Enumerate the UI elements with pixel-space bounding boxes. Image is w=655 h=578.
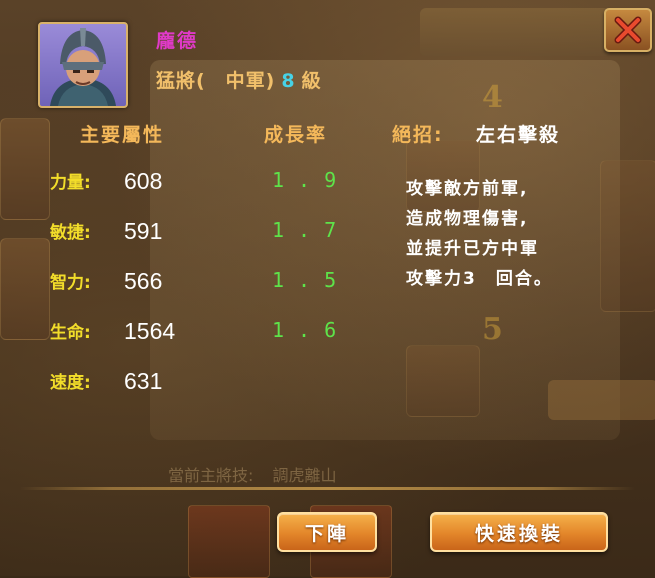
close-x-icon: [614, 16, 642, 44]
stat-value-agility: 591: [124, 218, 163, 244]
background-skill-slot: [188, 505, 270, 578]
ultimate-description-line: 攻擊敵方前軍,: [406, 179, 529, 199]
stat-label-intelligence: 智力:: [50, 273, 91, 293]
panel-divider: [20, 487, 635, 490]
current-skill-label: 當前主將技:: [168, 466, 254, 485]
ultimate-description-line: 造成物理傷害,: [406, 209, 529, 229]
general-name: 龐德: [156, 30, 199, 52]
general-portrait: [38, 22, 128, 108]
close-button[interactable]: [604, 8, 652, 52]
growth-intelligence: 1.5: [272, 268, 351, 292]
background-card: [0, 118, 50, 220]
stat-value-intelligence: 566: [124, 268, 163, 294]
stat-value-speed: 631: [124, 368, 163, 394]
background-card: [406, 345, 480, 417]
dismount-button[interactable]: 下陣: [277, 512, 377, 552]
main-attributes-header: 主要屬性: [80, 124, 165, 146]
ultimate-description: 攻擊敵方前軍, 造成物理傷害, 並提升已方中軍 攻擊力3 回合。: [406, 174, 621, 294]
background-card: [0, 238, 50, 340]
general-rank: 猛將( 中軍) 8 級: [156, 66, 322, 93]
general-level: 8: [281, 70, 296, 92]
level-unit: 級: [301, 70, 322, 92]
background-banner: [420, 8, 610, 56]
quick-equip-button[interactable]: 快速換裝: [430, 512, 608, 552]
helmeted-general-icon: [50, 28, 116, 106]
growth-health: 1.6: [272, 318, 351, 342]
stat-label-strength: 力量:: [50, 173, 91, 193]
ultimate-description-line: 並提升已方中軍: [406, 239, 539, 259]
growth-rate-header: 成長率: [264, 124, 328, 146]
stat-label-health: 生命:: [50, 323, 91, 343]
stat-label-agility: 敏捷:: [50, 223, 91, 243]
stat-label-speed: 速度:: [50, 373, 91, 393]
background-button: [548, 380, 655, 420]
growth-strength: 1.9: [272, 168, 351, 192]
ultimate-skill-name: 左右擊殺: [476, 124, 561, 146]
general-role: 猛將( 中軍): [156, 70, 276, 92]
background-slot-number: 5: [482, 312, 503, 347]
growth-agility: 1.7: [272, 218, 351, 242]
ultimate-description-line: 攻擊力3 回合。: [406, 269, 553, 289]
background-slot-number: 4: [482, 80, 503, 115]
current-general-skill: 當前主將技: 調虎離山: [168, 462, 351, 486]
stat-value-strength: 608: [124, 168, 163, 194]
stat-value-health: 1564: [124, 318, 176, 344]
current-skill-value: 調虎離山: [272, 466, 337, 485]
ultimate-header: 絕招:: [392, 124, 444, 146]
